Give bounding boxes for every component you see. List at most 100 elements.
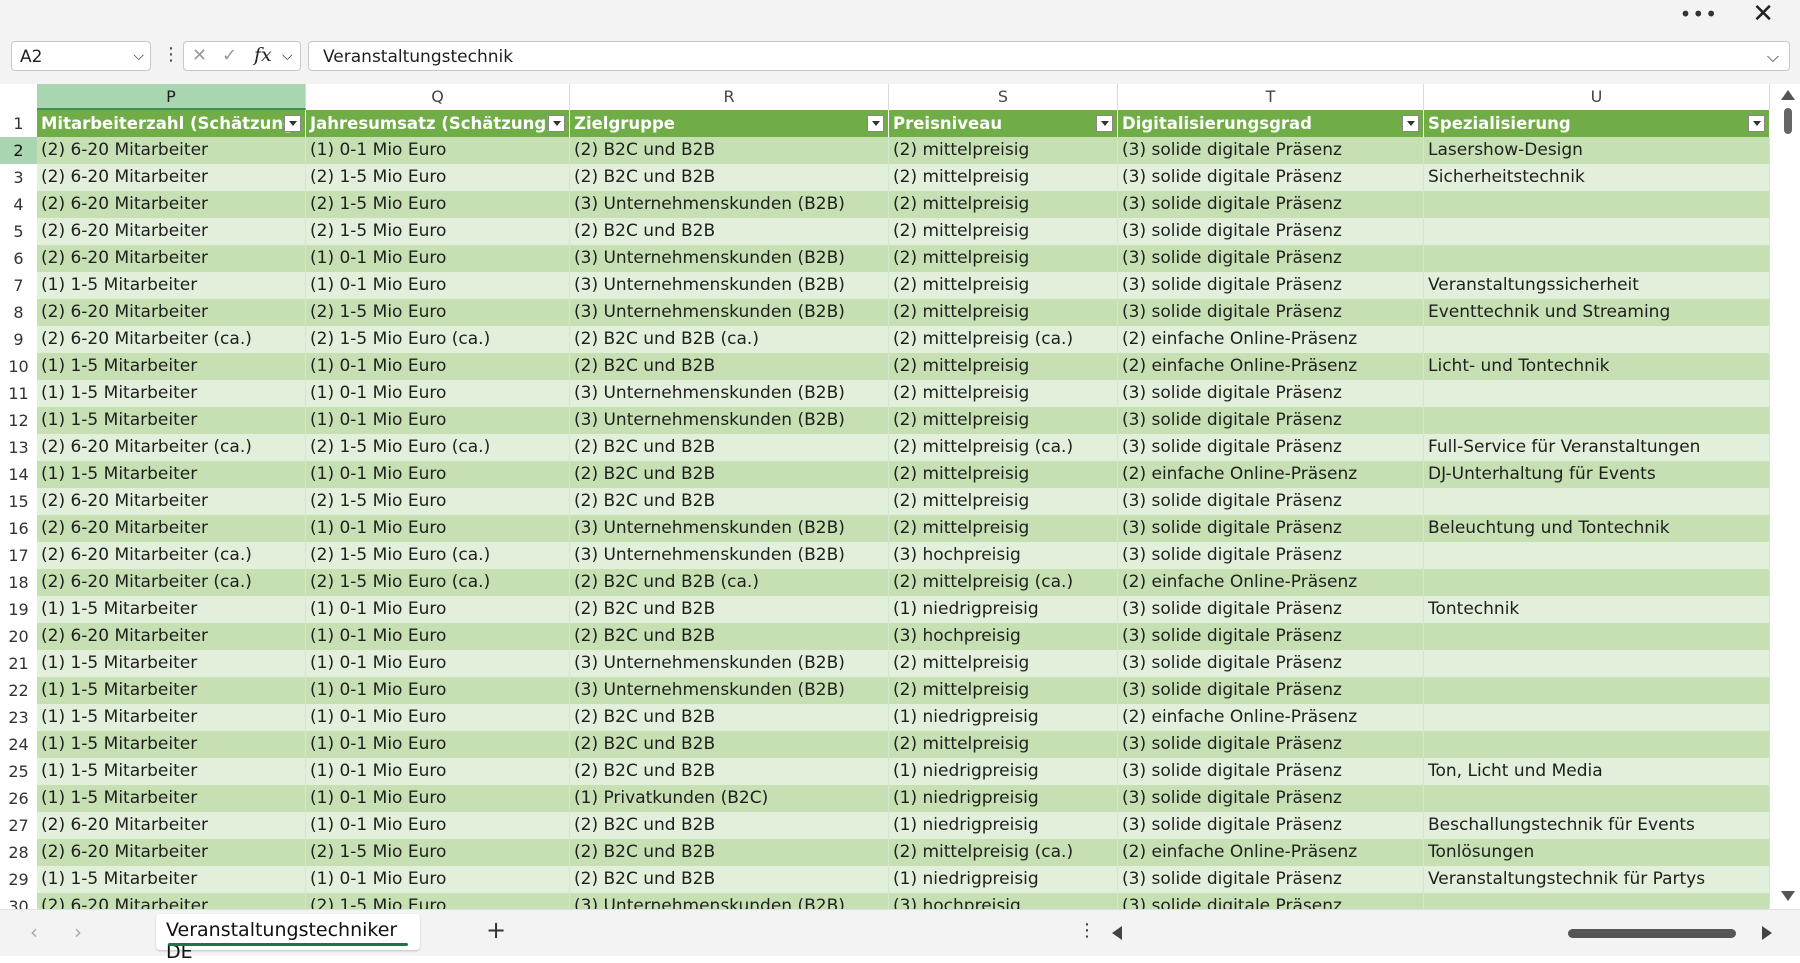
row-number[interactable]: 7: [0, 272, 37, 299]
table-cell[interactable]: (2) 6-20 Mitarbeiter: [37, 299, 306, 326]
table-cell[interactable]: (3) Unternehmenskunden (B2B): [570, 677, 889, 704]
table-cell[interactable]: Licht- und Tontechnik: [1424, 353, 1770, 380]
filter-dropdown-icon[interactable]: [1096, 115, 1113, 132]
table-cell[interactable]: (3) solide digitale Präsenz: [1118, 137, 1424, 164]
table-cell[interactable]: (2) mittelpreisig: [889, 461, 1118, 488]
table-cell[interactable]: (3) solide digitale Präsenz: [1118, 758, 1424, 785]
name-box[interactable]: A2 ⌵: [11, 41, 151, 71]
row-number[interactable]: 19: [0, 596, 37, 623]
table-cell[interactable]: [1424, 407, 1770, 434]
table-cell[interactable]: (1) 1-5 Mitarbeiter: [37, 353, 306, 380]
table-cell[interactable]: (2) mittelpreisig: [889, 407, 1118, 434]
table-cell[interactable]: (3) Unternehmenskunden (B2B): [570, 299, 889, 326]
table-cell[interactable]: (3) Unternehmenskunden (B2B): [570, 650, 889, 677]
table-cell[interactable]: (1) 0-1 Mio Euro: [306, 245, 570, 272]
table-cell[interactable]: (1) niedrigpreisig: [889, 812, 1118, 839]
table-cell[interactable]: (1) 1-5 Mitarbeiter: [37, 758, 306, 785]
column-header-q[interactable]: Q: [306, 84, 570, 110]
table-cell[interactable]: (1) 1-5 Mitarbeiter: [37, 677, 306, 704]
sheet-tab-veranstaltungstechniker[interactable]: Veranstaltungstechniker DE: [156, 914, 420, 963]
row-number[interactable]: 12: [0, 407, 37, 434]
table-cell[interactable]: (1) niedrigpreisig: [889, 785, 1118, 812]
table-cell[interactable]: (3) solide digitale Präsenz: [1118, 218, 1424, 245]
table-cell[interactable]: [1424, 650, 1770, 677]
table-cell[interactable]: (2) B2C und B2B: [570, 866, 889, 893]
scroll-left-icon[interactable]: [1112, 926, 1122, 940]
table-cell[interactable]: (1) niedrigpreisig: [889, 704, 1118, 731]
vertical-scrollbar[interactable]: [1776, 84, 1800, 909]
chevron-down-icon[interactable]: ⌵: [133, 48, 144, 64]
table-cell[interactable]: (2) mittelpreisig (ca.): [889, 839, 1118, 866]
table-cell[interactable]: (2) mittelpreisig: [889, 380, 1118, 407]
table-cell[interactable]: [1424, 704, 1770, 731]
table-cell[interactable]: (2) einfache Online-Präsenz: [1118, 353, 1424, 380]
row-number[interactable]: 22: [0, 677, 37, 704]
scroll-down-icon[interactable]: [1781, 891, 1795, 901]
row-number[interactable]: 20: [0, 623, 37, 650]
filter-dropdown-icon[interactable]: [1748, 115, 1765, 132]
table-cell[interactable]: (2) 6-20 Mitarbeiter: [37, 191, 306, 218]
table-cell[interactable]: (3) solide digitale Präsenz: [1118, 407, 1424, 434]
table-cell[interactable]: (3) solide digitale Präsenz: [1118, 677, 1424, 704]
next-sheet-icon[interactable]: ›: [74, 920, 82, 944]
row-number[interactable]: 13: [0, 434, 37, 461]
table-cell[interactable]: (3) solide digitale Präsenz: [1118, 515, 1424, 542]
header-cell[interactable]: Mitarbeiterzahl (Schätzung): [37, 110, 306, 137]
table-cell[interactable]: (1) 0-1 Mio Euro: [306, 353, 570, 380]
table-cell[interactable]: (1) 0-1 Mio Euro: [306, 704, 570, 731]
vertical-dots-icon[interactable]: ⋮: [162, 46, 180, 64]
table-cell[interactable]: (3) solide digitale Präsenz: [1118, 299, 1424, 326]
table-cell[interactable]: (2) 6-20 Mitarbeiter: [37, 839, 306, 866]
table-cell[interactable]: (2) mittelpreisig: [889, 272, 1118, 299]
row-number[interactable]: 25: [0, 758, 37, 785]
table-cell[interactable]: (3) Unternehmenskunden (B2B): [570, 245, 889, 272]
row-number[interactable]: 6: [0, 245, 37, 272]
table-cell[interactable]: (2) mittelpreisig: [889, 488, 1118, 515]
table-cell[interactable]: (2) 1-5 Mio Euro (ca.): [306, 569, 570, 596]
table-cell[interactable]: (2) B2C und B2B (ca.): [570, 569, 889, 596]
table-cell[interactable]: (2) 6-20 Mitarbeiter: [37, 218, 306, 245]
table-cell[interactable]: (2) B2C und B2B: [570, 218, 889, 245]
table-cell[interactable]: (1) 1-5 Mitarbeiter: [37, 650, 306, 677]
row-number[interactable]: 11: [0, 380, 37, 407]
table-cell[interactable]: (3) hochpreisig: [889, 623, 1118, 650]
table-cell[interactable]: Eventtechnik und Streaming: [1424, 299, 1770, 326]
table-cell[interactable]: (1) 0-1 Mio Euro: [306, 137, 570, 164]
table-cell[interactable]: (2) B2C und B2B: [570, 731, 889, 758]
table-cell[interactable]: [1424, 488, 1770, 515]
table-cell[interactable]: (2) B2C und B2B: [570, 623, 889, 650]
column-header-t[interactable]: T: [1118, 84, 1424, 110]
table-cell[interactable]: (1) niedrigpreisig: [889, 866, 1118, 893]
table-cell[interactable]: (3) Unternehmenskunden (B2B): [570, 407, 889, 434]
table-cell[interactable]: (3) hochpreisig: [889, 542, 1118, 569]
table-cell[interactable]: Tontechnik: [1424, 596, 1770, 623]
table-cell[interactable]: (2) 6-20 Mitarbeiter: [37, 515, 306, 542]
row-number[interactable]: 27: [0, 812, 37, 839]
table-cell[interactable]: (2) 1-5 Mio Euro: [306, 164, 570, 191]
table-cell[interactable]: (3) solide digitale Präsenz: [1118, 596, 1424, 623]
cancel-icon[interactable]: ✕: [192, 45, 207, 66]
table-cell[interactable]: (1) 0-1 Mio Euro: [306, 596, 570, 623]
table-cell[interactable]: (2) B2C und B2B: [570, 758, 889, 785]
table-cell[interactable]: Veranstaltungstechnik für Partys: [1424, 866, 1770, 893]
column-header-s[interactable]: S: [889, 84, 1118, 110]
table-cell[interactable]: (1) 0-1 Mio Euro: [306, 812, 570, 839]
row-number[interactable]: 14: [0, 461, 37, 488]
table-cell[interactable]: (1) 0-1 Mio Euro: [306, 272, 570, 299]
table-cell[interactable]: Beschallungstechnik für Events: [1424, 812, 1770, 839]
table-cell[interactable]: (3) Unternehmenskunden (B2B): [570, 542, 889, 569]
table-cell[interactable]: (3) Unternehmenskunden (B2B): [570, 191, 889, 218]
table-cell[interactable]: (3) solide digitale Präsenz: [1118, 893, 1424, 910]
table-cell[interactable]: [1424, 218, 1770, 245]
table-cell[interactable]: (2) 1-5 Mio Euro (ca.): [306, 434, 570, 461]
table-cell[interactable]: (3) Unternehmenskunden (B2B): [570, 272, 889, 299]
table-cell[interactable]: (2) 6-20 Mitarbeiter: [37, 623, 306, 650]
table-cell[interactable]: (2) einfache Online-Präsenz: [1118, 704, 1424, 731]
table-cell[interactable]: (2) B2C und B2B: [570, 488, 889, 515]
table-cell[interactable]: (2) 1-5 Mio Euro: [306, 488, 570, 515]
row-number[interactable]: 1: [0, 110, 37, 137]
row-number[interactable]: 21: [0, 650, 37, 677]
table-cell[interactable]: (2) 1-5 Mio Euro: [306, 893, 570, 910]
table-cell[interactable]: (1) 1-5 Mitarbeiter: [37, 785, 306, 812]
table-cell[interactable]: [1424, 569, 1770, 596]
